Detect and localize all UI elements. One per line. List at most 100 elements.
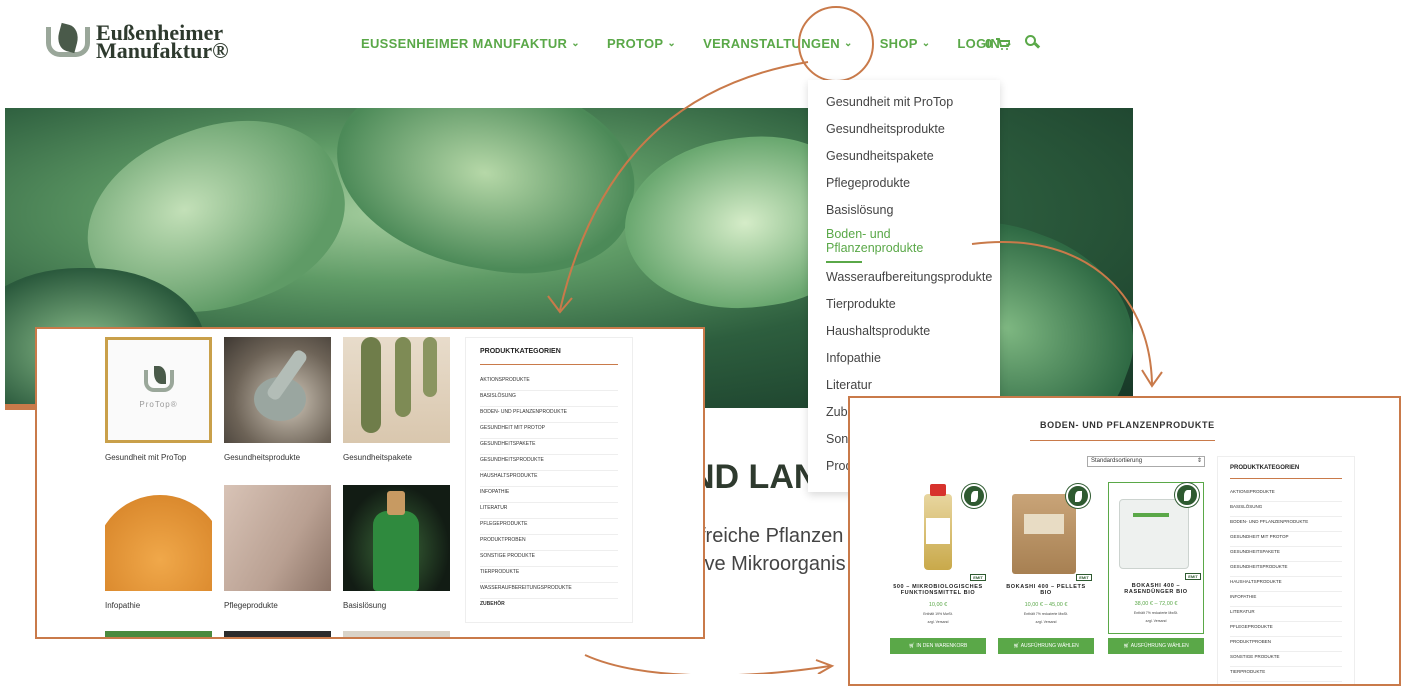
dropdown-item[interactable]: Gesundheitsprodukte	[808, 119, 1000, 146]
product-list-inset: BODEN- UND PFLANZENPRODUKTE Standardsort…	[848, 396, 1401, 686]
logo-text: Eußenheimer Manufaktur®	[96, 20, 229, 63]
chevron-down-icon: ⌄	[921, 38, 931, 49]
product-name: BOKASHI 400 – PELLETS BIO	[1006, 584, 1086, 596]
emit-badge: EMIT	[1076, 574, 1092, 581]
product-card-highlighted[interactable]: EMIT BOKASHI 400 – RASENDÜNGER BIO 38,00 …	[1108, 482, 1204, 634]
select-arrows-icon: ⇕	[1196, 458, 1202, 464]
product-shipping-note: zzgl. Versand	[1145, 619, 1167, 623]
product-tax-note: Enthält 7% reduzierte MwSt.	[1023, 612, 1069, 616]
product-price: 10,00 €	[928, 602, 948, 608]
organic-seal-icon	[1066, 484, 1090, 508]
protop-logo-image: ProTop®	[105, 337, 212, 443]
organic-seal-icon	[962, 484, 986, 508]
sidebar-title: PRODUKTKATEGORIEN	[480, 348, 561, 355]
sidebar-category-link[interactable]: BASISLÖSUNG	[480, 391, 618, 407]
dropdown-item[interactable]: Gesundheit mit ProTop	[808, 92, 1000, 119]
add-to-cart-button[interactable]: 🛒︎ IN DEN WARENKORB	[890, 638, 986, 654]
shop-highlight-circle	[798, 6, 874, 82]
sidebar-category-link[interactable]: LITERATUR	[480, 503, 618, 519]
sidebar-category-link[interactable]: AKTIONSPRODUKTE	[1230, 487, 1342, 502]
product-shipping-note: zzgl. Versand	[1035, 620, 1057, 624]
green-bottle-image	[343, 485, 450, 591]
choose-option-button[interactable]: 🛒︎ AUSFÜHRUNG WÄHLEN	[1108, 638, 1204, 654]
category-label: Gesundheit mit ProTop	[105, 453, 187, 462]
sidebar-category-link[interactable]: GESUNDHEITSPAKETE	[480, 439, 618, 455]
choose-option-button[interactable]: 🛒︎ AUSFÜHRUNG WÄHLEN	[998, 638, 1094, 654]
sidebar-category-link[interactable]: PRODUKTPROBEN	[1230, 637, 1342, 652]
sidebar-category-link[interactable]: TIERPRODUKTE	[480, 567, 618, 583]
main-nav: EUSSENHEIMER MANUFAKTUR ⌄ PROTOP ⌄ VERANST…	[361, 36, 1040, 51]
sidebar-category-link[interactable]: PFLEGEPRODUKTE	[480, 519, 618, 535]
product-image: EMIT	[890, 484, 986, 581]
sidebar-category-link[interactable]: INFOPATHIE	[1230, 592, 1342, 607]
product-shipping-note: zzgl. Versand	[927, 620, 949, 624]
cart-icon: 🛒︎	[1123, 643, 1131, 649]
sidebar-title: PRODUKTKATEGORIEN	[1230, 465, 1300, 471]
sidebar-title-rule	[1230, 478, 1342, 479]
product-price: 10,00 € – 45,00 €	[1024, 602, 1068, 608]
sidebar-category-link[interactable]: GESUNDHEITSPRODUKTE	[1230, 562, 1342, 577]
sidebar-category-link[interactable]: GESUNDHEIT MIT PROTOP	[480, 423, 618, 439]
category-tile-pflegeprodukte[interactable]: Pflegeprodukte	[224, 485, 331, 610]
nav-item-protop[interactable]: PROTOP ⌄	[607, 36, 676, 51]
product-categories-sidebar: PRODUKTKATEGORIEN AKTIONSPRODUKTE BASISL…	[465, 337, 633, 623]
sidebar-category-link[interactable]: HAUSHALTSPRODUKTE	[480, 471, 618, 487]
product-price: 38,00 € – 72,00 €	[1134, 601, 1178, 607]
product-image: EMIT	[998, 484, 1094, 581]
emit-badge: EMIT	[1185, 573, 1201, 580]
nav-item-eussenheimer-manufaktur[interactable]: EUSSENHEIMER MANUFAKTUR ⌄	[361, 36, 580, 51]
nav-item-shop[interactable]: SHOP ⌄	[880, 36, 931, 51]
sidebar-category-link[interactable]: ZUBEHÖR	[480, 599, 618, 615]
logo-mark-icon	[46, 22, 90, 59]
sidebar-category-link[interactable]: GESUNDHEIT MIT PROTOP	[1230, 532, 1342, 547]
dropdown-item[interactable]: Tierprodukte	[808, 294, 1000, 321]
sidebar-title-rule	[480, 364, 618, 365]
product-tax-note: Enthält 19% MwSt.	[923, 612, 953, 616]
dropdown-item[interactable]: Basislösung	[808, 200, 1000, 227]
sidebar-category-link[interactable]: INFOPATHIE	[480, 487, 618, 503]
category-label: Pflegeprodukte	[224, 601, 278, 610]
sidebar-category-link[interactable]: PRODUKTPROBEN	[480, 535, 618, 551]
sidebar-category-link[interactable]: BODEN- UND PFLANZENPRODUKTE	[1230, 517, 1342, 532]
product-name: 500 – MIKROBIOLOGISCHES FUNKTIONSMITTEL B…	[893, 584, 983, 596]
mortar-image	[224, 337, 331, 443]
dropdown-item[interactable]: Haushaltsprodukte	[808, 321, 1000, 348]
hero-text-line-1: freiche Pflanzen	[700, 525, 844, 547]
dropdown-item[interactable]: Gesundheitspakete	[808, 146, 1000, 173]
sort-select[interactable]: Standardsortierung ⇕	[1087, 456, 1205, 467]
sidebar-category-link[interactable]: PFLEGEPRODUKTE	[1230, 622, 1342, 637]
sidebar-category-link[interactable]: WASSERAUFBEREITUNGSPRODUKTE	[480, 583, 618, 599]
dropdown-item-active[interactable]: Boden- und Pflanzenprodukte	[808, 227, 1000, 267]
category-tile-gesundheitsprodukte[interactable]: Gesundheitsprodukte	[224, 337, 331, 462]
category-label: Gesundheitsprodukte	[224, 453, 301, 462]
dropdown-item[interactable]: Wasseraufbereitungsprodukte	[808, 267, 1000, 294]
category-page-title: BODEN- UND PFLANZENPRODUKTE	[1040, 420, 1215, 430]
cart-button[interactable]: 0	[985, 36, 1011, 51]
sidebar-category-link[interactable]: LITERATUR	[1230, 607, 1342, 622]
sidebar-category-link[interactable]: GESUNDHEITSPRODUKTE	[480, 455, 618, 471]
product-card[interactable]: EMIT BOKASHI 400 – PELLETS BIO 10,00 € – …	[998, 484, 1094, 624]
category-tile-partial	[343, 631, 450, 637]
search-icon[interactable]	[1024, 34, 1041, 50]
category-tile-gesundheit-mit-protop[interactable]: ProTop® Gesundheit mit ProTop	[105, 337, 212, 462]
sidebar-category-link[interactable]: HAUSHALTSPRODUKTE	[1230, 577, 1342, 592]
sidebar-category-link[interactable]: SONSTIGE PRODUKTE	[480, 551, 618, 567]
category-tile-gesundheitspakete[interactable]: Gesundheitspakete	[343, 337, 450, 462]
sidebar-category-link[interactable]: GESUNDHEITSPAKETE	[1230, 547, 1342, 562]
product-card[interactable]: EMIT 500 – MIKROBIOLOGISCHES FUNKTIONSMIT…	[890, 484, 986, 624]
sidebar-category-link[interactable]: SONSTIGE PRODUKTE	[1230, 652, 1342, 667]
category-label: Basislösung	[343, 601, 387, 610]
arrowhead	[815, 659, 835, 674]
site-logo[interactable]: Eußenheimer Manufaktur®	[46, 20, 229, 63]
sidebar-category-link[interactable]: BODEN- UND PFLANZENPRODUKTE	[480, 407, 618, 423]
sidebar-category-link[interactable]: TIERPRODUKTE	[1230, 667, 1342, 682]
hero-text-line-2: ive Mikroorganis	[700, 553, 846, 575]
site-header: Eußenheimer Manufaktur® EUSSENHEIMER MAN…	[0, 0, 1407, 100]
sidebar-category-link[interactable]: BASISLÖSUNG	[1230, 502, 1342, 517]
dropdown-item[interactable]: Infopathie	[808, 348, 1000, 375]
dropdown-item[interactable]: Pflegeprodukte	[808, 173, 1000, 200]
sidebar-category-link[interactable]: AKTIONSPRODUKTE	[480, 375, 618, 391]
category-tile-basisloesung[interactable]: Basislösung	[343, 485, 450, 610]
category-tile-infopathie[interactable]: Infopathie	[105, 485, 212, 610]
product-categories-sidebar: PRODUKTKATEGORIEN AKTIONSPRODUKTE BASISL…	[1217, 456, 1355, 684]
